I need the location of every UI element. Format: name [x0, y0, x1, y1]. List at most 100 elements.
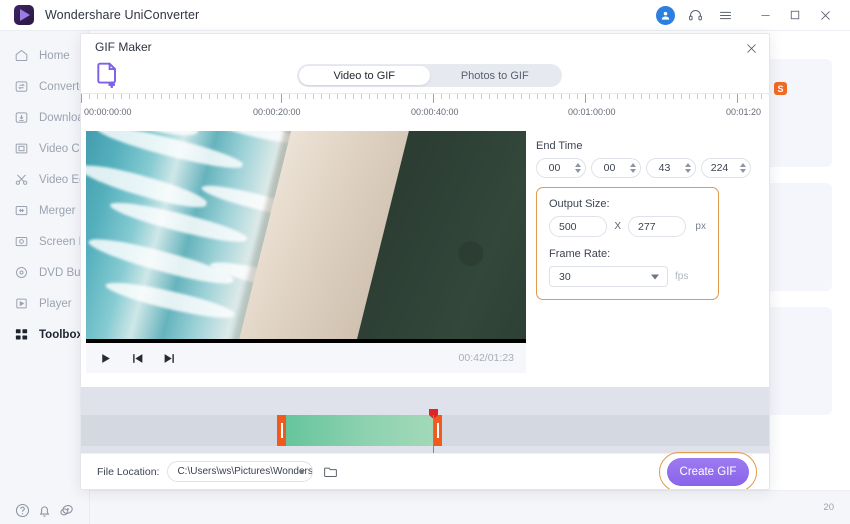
- sidebar: Home Converter Download Video Compressor: [0, 31, 134, 524]
- dvd-icon: [13, 264, 30, 281]
- create-gif-highlight: Create GIF: [659, 451, 757, 489]
- file-location-select[interactable]: C:\Users\ws\Pictures\Wonders: [167, 461, 314, 482]
- previous-frame-icon[interactable]: [124, 345, 150, 371]
- timeline-selection[interactable]: [281, 415, 437, 446]
- ruler-label: 00:01:00:00: [568, 107, 616, 117]
- end-milliseconds-stepper[interactable]: 224: [701, 158, 751, 178]
- stepper-arrows-icon[interactable]: [737, 160, 748, 177]
- create-gif-button[interactable]: Create GIF: [667, 457, 749, 486]
- sidebar-item-label: Home: [39, 49, 70, 62]
- sidebar-item-converter[interactable]: Converter: [0, 71, 90, 102]
- output-width-input[interactable]: 500: [549, 216, 608, 237]
- ruler-label: 00:00:20:00: [253, 107, 301, 117]
- ruler-label: 00:01:20: [726, 107, 762, 117]
- feedback-icon[interactable]: [58, 502, 76, 520]
- tab-photos-to-gif[interactable]: Photos to GIF: [430, 66, 561, 85]
- merger-icon: [13, 202, 30, 219]
- sidebar-bottom-icons: [0, 502, 90, 520]
- sidebar-item-player[interactable]: Player: [0, 288, 89, 319]
- output-size-label: Output Size:: [549, 198, 610, 210]
- end-seconds-stepper[interactable]: 43: [646, 158, 696, 178]
- close-icon[interactable]: [810, 0, 840, 30]
- toolbox-icon: [13, 326, 30, 343]
- fps-unit-label: fps: [675, 271, 689, 282]
- frame-rate-row: 30 fps: [549, 266, 706, 287]
- file-location-label: File Location:: [97, 465, 160, 478]
- end-minutes-stepper[interactable]: 00: [591, 158, 641, 178]
- notification-bell-icon[interactable]: [36, 502, 54, 520]
- sidebar-item-video-editor[interactable]: Video Editor: [0, 164, 101, 195]
- dialog-toolbar: Video to GIF Photos to GIF: [81, 61, 769, 93]
- player-controls: 00:42/01:23: [86, 343, 526, 373]
- play-icon[interactable]: [92, 345, 118, 371]
- stepper-arrows-icon[interactable]: [682, 160, 693, 177]
- frame-rate-label: Frame Rate:: [549, 248, 611, 260]
- sidebar-item-merger[interactable]: Merger: [0, 195, 89, 226]
- end-hours-stepper[interactable]: 00: [536, 158, 586, 178]
- sidebar-item-home[interactable]: Home: [0, 40, 89, 71]
- account-avatar[interactable]: [650, 0, 680, 30]
- file-location-value: C:\Users\ws\Pictures\Wonders: [177, 466, 313, 477]
- app-title: Wondershare UniConverter: [45, 8, 200, 22]
- maximize-icon[interactable]: [780, 0, 810, 30]
- next-frame-icon[interactable]: [156, 345, 182, 371]
- stepper-arrows-icon[interactable]: [627, 160, 638, 177]
- output-size-row: 500 X 277 px: [549, 216, 706, 237]
- sidebar-item-video-compressor[interactable]: Video Compressor: [0, 133, 134, 164]
- sidebar-item-toolbox[interactable]: Toolbox: [0, 319, 89, 350]
- sidebar-item-label: Merger: [39, 204, 76, 217]
- sidebar-item-label: Toolbox: [39, 328, 83, 341]
- background-card-1-badge: S: [774, 82, 787, 95]
- frame-rate-value: 30: [559, 270, 571, 283]
- minimize-icon[interactable]: [750, 0, 780, 30]
- gif-maker-dialog: GIF Maker Video to GIF Photos to GIF 00:…: [80, 33, 770, 490]
- player-icon: [13, 295, 30, 312]
- end-milliseconds-value: 224: [710, 162, 729, 174]
- screen-record-icon: [13, 233, 30, 250]
- mode-tabs: Video to GIF Photos to GIF: [297, 64, 562, 87]
- help-icon[interactable]: [14, 502, 32, 520]
- video-compress-icon: [13, 140, 30, 157]
- convert-icon: [13, 78, 30, 95]
- chevron-down-icon: [651, 274, 659, 279]
- close-icon[interactable]: [742, 39, 760, 57]
- sidebar-item-label: Player: [39, 297, 72, 310]
- end-minutes-value: 00: [603, 162, 616, 174]
- background-bottom-panel: [90, 490, 850, 524]
- app-window: Wondershare UniConverter S 20 Home Conve…: [0, 0, 850, 524]
- chevron-down-icon: [299, 469, 306, 474]
- menu-icon[interactable]: [710, 0, 740, 30]
- headset-icon[interactable]: [680, 0, 710, 30]
- home-icon: [13, 47, 30, 64]
- tab-video-to-gif[interactable]: Video to GIF: [299, 66, 430, 85]
- trim-handle-left[interactable]: [277, 415, 286, 446]
- frame-rate-select[interactable]: 30: [549, 266, 668, 287]
- sidebar-item-screen-recorder[interactable]: Screen Recorder: [0, 226, 126, 257]
- titlebar-controls: [650, 0, 850, 30]
- end-time-label: End Time: [536, 140, 583, 152]
- playback-time: 00:42/01:23: [458, 352, 514, 364]
- ruler-label: 00:00:40:00: [411, 107, 459, 117]
- sidebar-item-list: Home Converter Download Video Compressor: [0, 31, 134, 350]
- dialog-footer: File Location: C:\Users\ws\Pictures\Wond…: [81, 451, 769, 489]
- stepper-arrows-icon[interactable]: [572, 160, 583, 177]
- folder-icon[interactable]: [323, 464, 338, 479]
- end-seconds-value: 43: [658, 162, 671, 174]
- sidebar-item-download[interactable]: Download: [0, 102, 90, 133]
- sidebar-item-dvd-burner[interactable]: DVD Burner: [0, 257, 101, 288]
- size-separator: X: [614, 221, 622, 232]
- output-height-input[interactable]: 277: [628, 216, 687, 237]
- add-file-icon[interactable]: [95, 61, 123, 91]
- timeline-ruler[interactable]: 00:00:00:00 00:00:20:00 00:00:40:00 00:0…: [81, 93, 769, 131]
- download-icon: [13, 109, 30, 126]
- ruler-label: 00:00:00:00: [84, 107, 132, 117]
- trim-handle-right[interactable]: [433, 415, 442, 446]
- app-logo-icon: [14, 5, 34, 25]
- output-settings-group: Output Size: 500 X 277 px Frame Rate: 30…: [536, 187, 719, 300]
- dialog-header: GIF Maker: [81, 34, 769, 61]
- background-bottom-text: 20: [823, 502, 834, 513]
- dialog-title: GIF Maker: [95, 40, 152, 54]
- end-time-row: 00 00 43 224: [536, 158, 761, 178]
- timeline[interactable]: [81, 387, 769, 480]
- px-unit-label: px: [695, 221, 706, 232]
